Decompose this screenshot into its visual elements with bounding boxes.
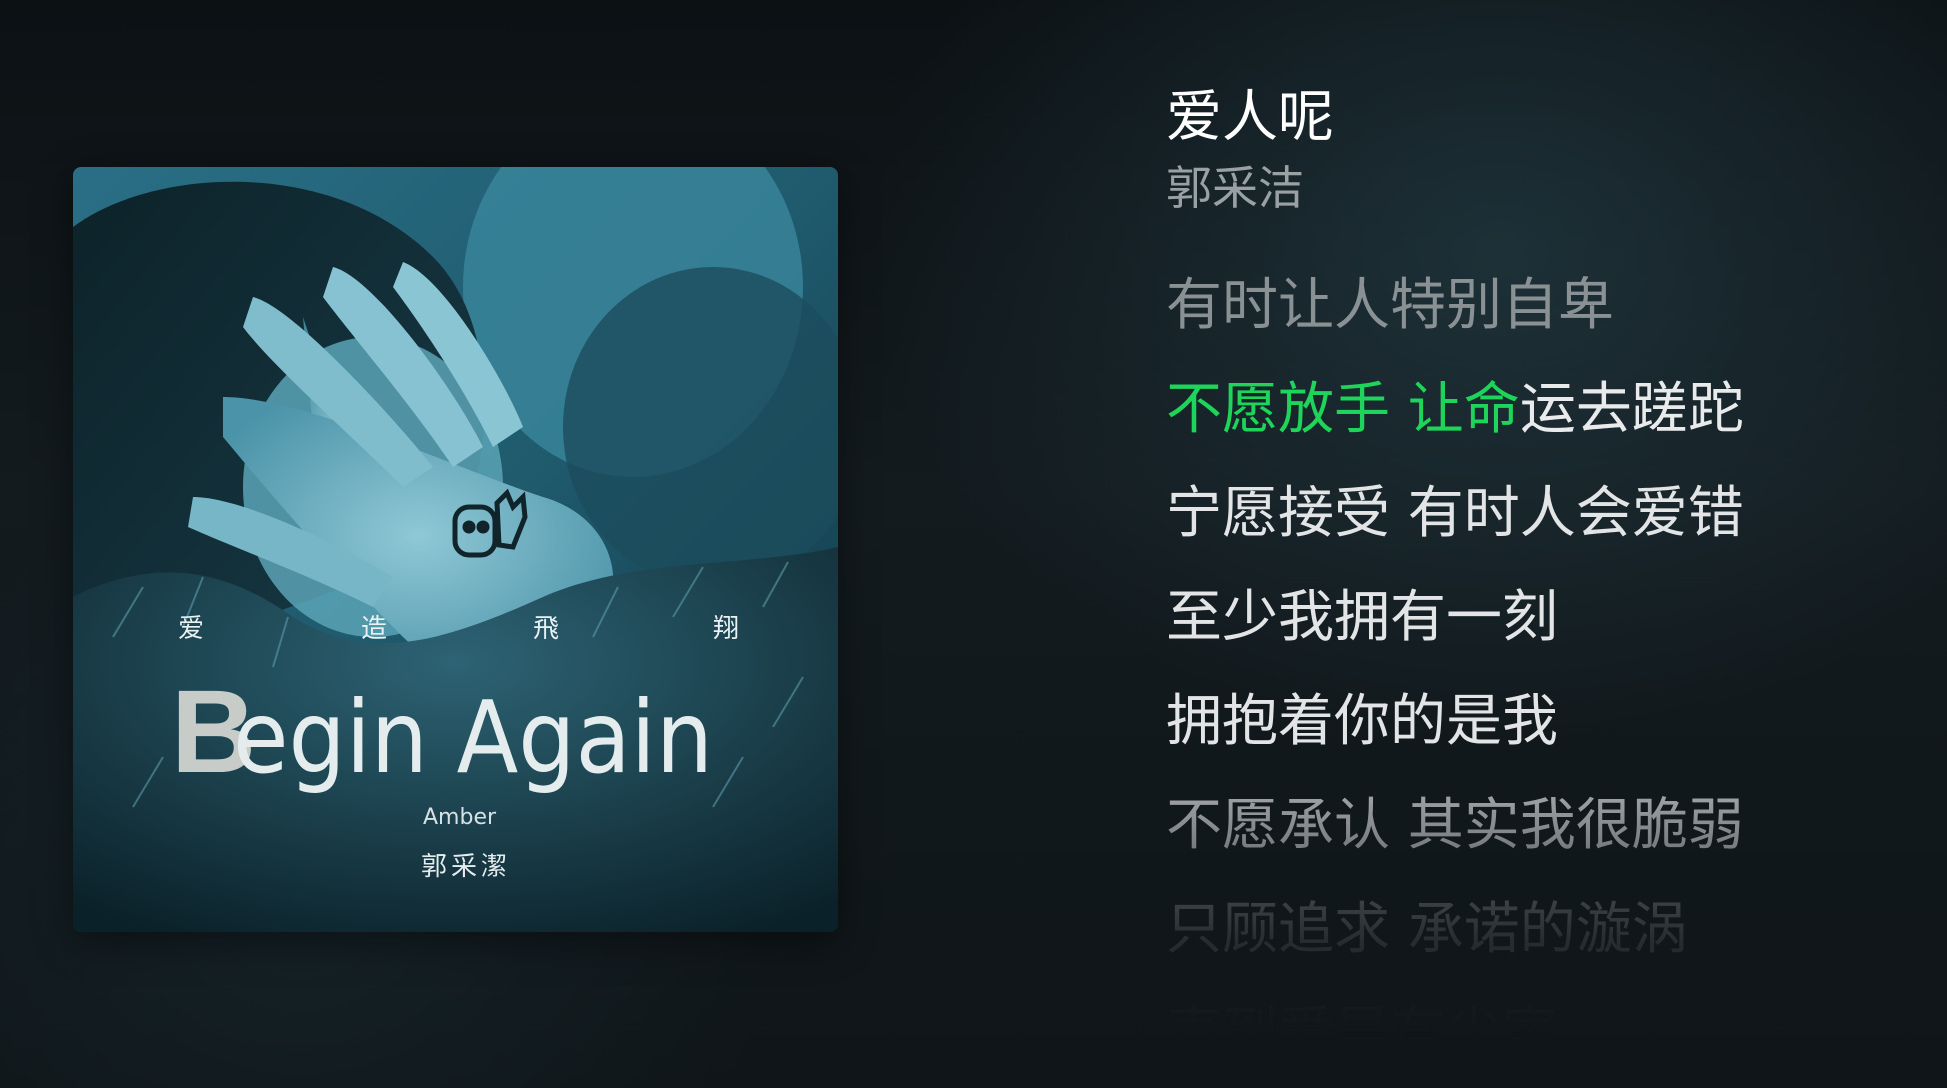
cover-album-title: egin Again [233, 679, 713, 796]
cover-char-4: 翔 [713, 614, 739, 644]
lyric-line[interactable]: 直到爱是有尘室 [1166, 982, 1926, 1034]
album-cover-art: 爱 造 飛 翔 B egin Again Amber 郭采潔 [73, 167, 838, 932]
cover-char-3: 飛 [533, 614, 559, 644]
now-playing-screen: 爱 造 飛 翔 B egin Again Amber 郭采潔 爱人呢 郭采洁 有… [0, 0, 1947, 1088]
lyric-line-previous[interactable]: 有时让人特别自卑 [1166, 254, 1926, 358]
lyric-current-unsung: 运去蹉跎 [1519, 377, 1744, 442]
lyric-line[interactable]: 拥抱着你的是我 [1166, 670, 1926, 774]
song-title: 爱人呢 [1166, 85, 1334, 150]
artist-name[interactable]: 郭采洁 [1166, 156, 1906, 220]
album-cover[interactable]: 爱 造 飛 翔 B egin Again Amber 郭采潔 [73, 167, 838, 932]
cover-artist-cn: 郭采潔 [421, 852, 511, 882]
lyric-line-current[interactable]: 不愿放手 让命运去蹉跎 [1166, 358, 1926, 462]
track-info: 爱人呢 郭采洁 [1166, 82, 1906, 220]
lyric-line[interactable]: 只顾追求 承诺的漩涡 [1166, 878, 1926, 982]
lyric-line[interactable]: 不愿承认 其实我很脆弱 [1166, 774, 1926, 878]
cover-char-1: 爱 [178, 614, 204, 644]
cover-char-2: 造 [361, 614, 387, 644]
lyrics-panel[interactable]: 有时让人特别自卑 不愿放手 让命运去蹉跎 宁愿接受 有时人会爱错 至少我拥有一刻… [1166, 254, 1926, 1034]
lyric-current-sung: 不愿放手 让命 [1166, 377, 1520, 442]
lyric-line[interactable]: 至少我拥有一刻 [1166, 566, 1926, 670]
cover-artist-en: Amber [423, 805, 497, 830]
lyric-line[interactable]: 宁愿接受 有时人会爱错 [1166, 462, 1926, 566]
